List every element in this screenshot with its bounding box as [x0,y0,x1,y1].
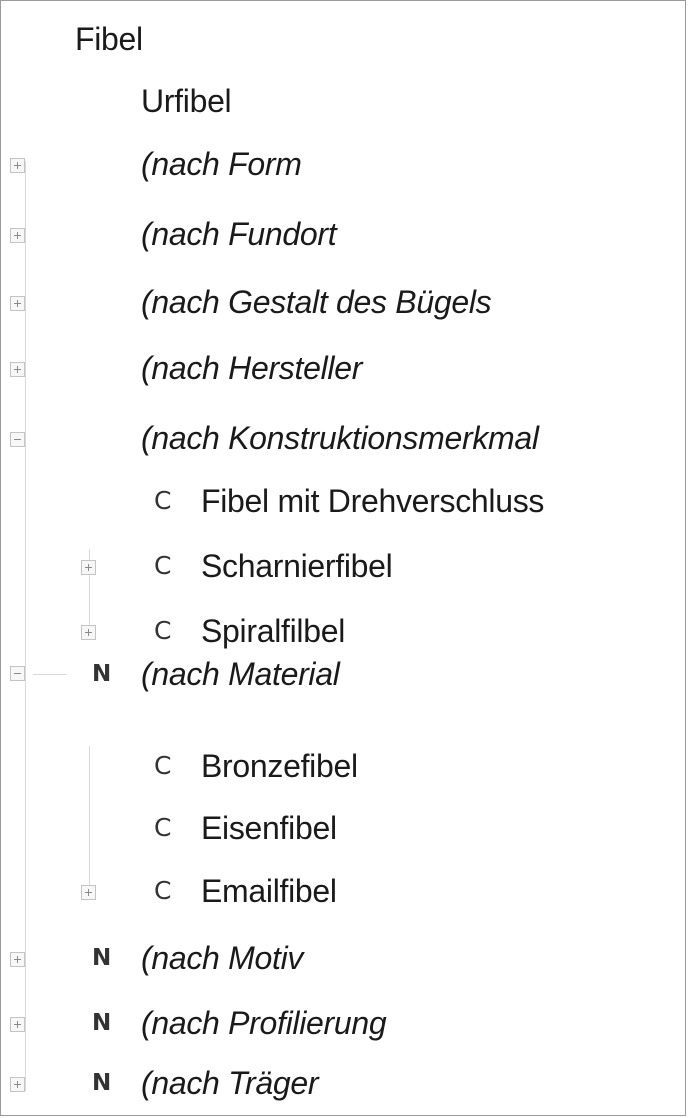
expand-plus-icon[interactable] [10,952,25,967]
tree-node-scharnierfibel[interactable]: C Scharnierfibel [1,536,685,596]
tree-node-fibel[interactable]: Fibel [1,9,685,69]
tree-node-label: (nach Motiv [141,940,304,976]
tree-node-label: (nach Hersteller [141,350,363,386]
class-c-icon: C [154,486,172,515]
class-c-icon: C [154,813,172,842]
tree-node-nach-hersteller[interactable]: (nach Hersteller [1,338,685,398]
tree-node-label: Emailfibel [201,873,337,909]
tree-node-label: (nach Form [141,146,302,182]
expand-plus-icon[interactable] [81,625,96,640]
tree-node-label: Urfibel [141,83,232,119]
expand-plus-icon[interactable] [10,1017,25,1032]
expand-plus-icon[interactable] [10,158,25,173]
tree-node-label: Eisenfibel [201,810,337,846]
tree-node-label: (nach Material [141,656,340,692]
tree-node-nach-traeger[interactable]: N (nach Träger [1,1053,685,1113]
class-c-icon: C [154,876,172,905]
expand-plus-icon[interactable] [10,228,25,243]
tree-node-label: (nach Träger [141,1065,319,1101]
expand-plus-icon[interactable] [81,885,96,900]
node-n-icon: N [92,1070,112,1096]
node-n-icon: N [92,661,112,687]
tree-node-emailfibel[interactable]: C Emailfibel [1,861,685,921]
tree-node-nach-konstruktionsmerkmal[interactable]: (nach Konstruktionsmerkmal [1,408,685,468]
tree-node-nach-material[interactable]: N (nach Material [1,656,685,726]
node-n-icon: N [92,945,112,971]
class-c-icon: C [154,551,172,580]
tree-node-label: (nach Fundort [141,216,337,252]
tree-node-bronzefibel[interactable]: C Bronzefibel [1,736,685,796]
collapse-minus-icon[interactable] [10,432,25,447]
tree-node-label: (nach Konstruktionsmerkmal [141,420,539,456]
node-n-icon: N [92,1010,112,1036]
tree-node-label: Scharnierfibel [201,548,393,584]
class-c-icon: C [154,751,172,780]
tree-view-panel: Fibel Urfibel (nach Form (nach Fundort (… [0,0,686,1116]
expand-plus-icon[interactable] [10,296,25,311]
tree-node-label: Bronzefibel [201,748,358,784]
tree-node-nach-form[interactable]: (nach Form [1,134,685,194]
collapse-minus-icon[interactable] [10,666,25,681]
tree-node-nach-motiv[interactable]: N (nach Motiv [1,928,685,988]
taxonomy-tree: Fibel Urfibel (nach Form (nach Fundort (… [1,1,685,1115]
tree-node-nach-gestalt-des-buegels[interactable]: (nach Gestalt des Bügels [1,272,685,332]
tree-node-fibel-mit-drehverschluss[interactable]: C Fibel mit Drehverschluss [1,471,685,531]
tree-node-label: Fibel mit Drehverschluss [201,483,545,519]
tree-node-label: Fibel [75,21,143,57]
tree-node-nach-fundort[interactable]: (nach Fundort [1,204,685,264]
expand-plus-icon[interactable] [10,362,25,377]
tree-node-eisenfibel[interactable]: C Eisenfibel [1,798,685,858]
tree-node-nach-profilierung[interactable]: N (nach Profilierung [1,993,685,1053]
expand-plus-icon[interactable] [10,1077,25,1092]
expand-plus-icon[interactable] [81,560,96,575]
tree-node-urfibel[interactable]: Urfibel [1,71,685,131]
tree-node-label: (nach Gestalt des Bügels [141,284,492,320]
tree-node-label: (nach Profilierung [141,1005,387,1041]
